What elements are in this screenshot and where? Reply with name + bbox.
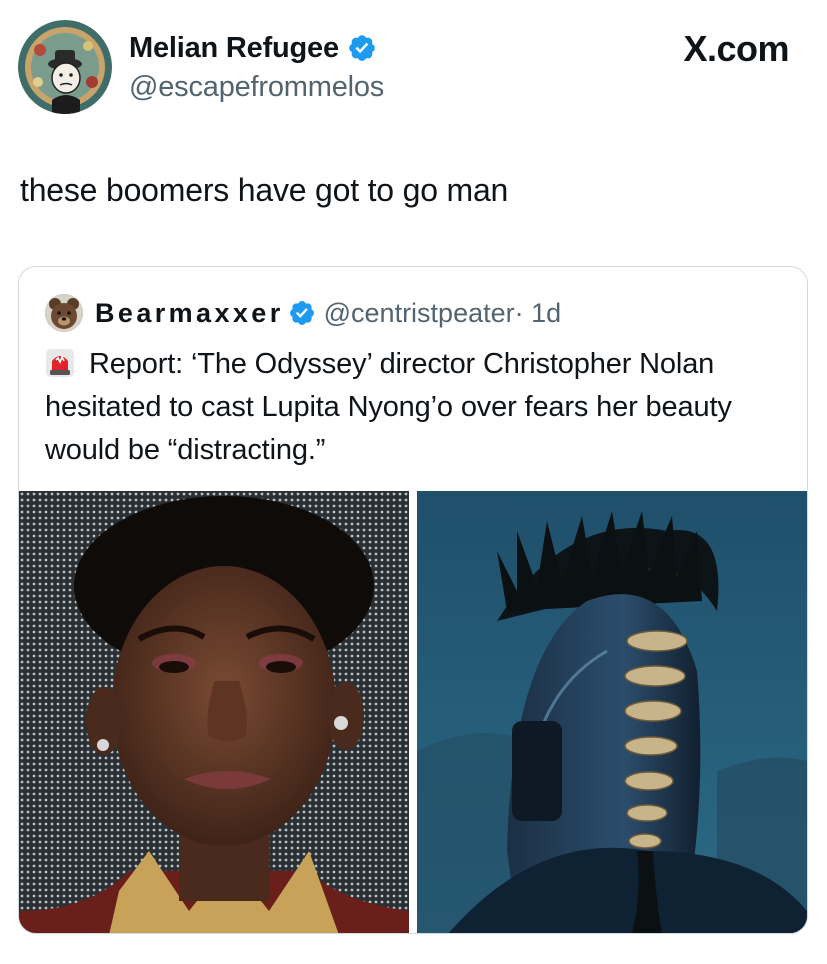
quoted-tweet-text: Report: ‘The Odyssey’ director Christoph… <box>45 343 790 472</box>
portrait-photo[interactable] <box>19 491 409 933</box>
quoted-timestamp[interactable]: · 1d <box>515 298 562 329</box>
siren-icon <box>46 349 74 377</box>
quoted-media-grid <box>19 491 807 933</box>
quoted-tweet-card[interactable]: Bearmaxxer @centristpeater · 1d Report: … <box>18 266 808 934</box>
helmet-photo[interactable] <box>417 491 807 933</box>
author-display-name[interactable]: Melian Refugee <box>129 32 339 65</box>
avatar-icon <box>18 20 112 114</box>
quoted-tweet-header: Bearmaxxer @centristpeater · 1d <box>45 293 561 333</box>
tweet-text: these boomers have got to go man <box>20 172 509 208</box>
bear-avatar-icon <box>45 294 83 332</box>
quoted-display-name[interactable]: Bearmaxxer <box>95 298 284 329</box>
quoted-handle[interactable]: @centristpeater <box>324 298 515 329</box>
portrait-photo-graphic <box>19 491 409 933</box>
quoted-text-content: Report: ‘The Odyssey’ director Christoph… <box>45 348 732 466</box>
author-handle[interactable]: @escapefrommelos <box>129 71 384 104</box>
brand-label: X.com <box>683 28 789 69</box>
quoted-verified-badge-icon <box>289 301 314 325</box>
helmet-photo-graphic <box>417 491 807 933</box>
author-name-row[interactable]: Melian Refugee <box>129 30 377 66</box>
author-avatar[interactable] <box>18 20 112 114</box>
verified-badge-icon <box>349 35 375 61</box>
quoted-author-avatar[interactable] <box>45 294 83 332</box>
